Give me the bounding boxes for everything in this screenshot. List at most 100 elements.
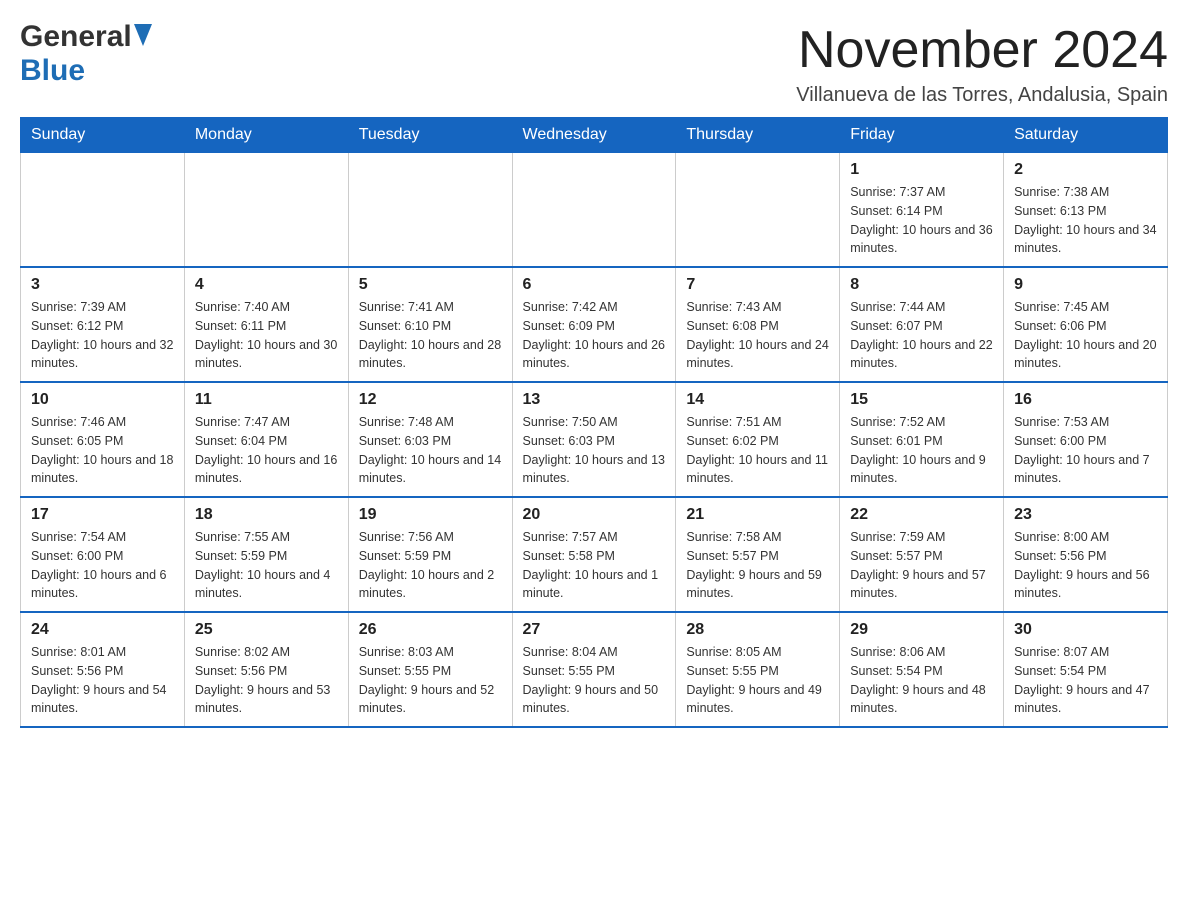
title-section: November 2024 Villanueva de las Torres, …: [796, 20, 1168, 107]
calendar-cell: 18Sunrise: 7:55 AM Sunset: 5:59 PM Dayli…: [184, 497, 348, 612]
calendar-cell: 6 Sunrise: 7:42 AM Sunset: 6:09 PM Daylig…: [512, 267, 676, 382]
calendar-cell: 19 Sunrise: 7:56 AM Sunset: 5:59 PM Dayli…: [348, 497, 512, 612]
day-number: 18: [195, 506, 338, 524]
calendar-cell: 25 Sunrise: 8:02 AM Sunset: 5:56 PM Dayli…: [184, 612, 348, 727]
day-number: 14: [686, 391, 829, 409]
calendar-cell: 4Sunrise: 7:40 AM Sunset: 6:11 PM Daylig…: [184, 267, 348, 382]
day-info: Sunrise: 7:57 AM Sunset: 5:58 PM Dayligh…: [523, 528, 666, 603]
day-info: Sunrise: 8:06 AM Sunset: 5:54 PM Dayligh…: [850, 643, 993, 718]
day-number: 24: [31, 621, 174, 639]
day-info: Sunrise: 7:54 AM Sunset: 6:00 PM Dayligh…: [31, 528, 174, 603]
calendar-week-row: 3Sunrise: 7:39 AM Sunset: 6:12 PM Daylig…: [21, 267, 1168, 382]
day-info: Sunrise: 7:45 AM Sunset: 6:06 PM Dayligh…: [1014, 298, 1157, 373]
day-info: Sunrise: 8:01 AM Sunset: 5:56 PM Dayligh…: [31, 643, 174, 718]
day-number: 30: [1014, 621, 1157, 639]
location-title: Villanueva de las Torres, Andalusia, Spa…: [796, 84, 1168, 107]
day-of-week-header: Wednesday: [512, 118, 676, 153]
day-info: Sunrise: 8:05 AM Sunset: 5:55 PM Dayligh…: [686, 643, 829, 718]
day-info: Sunrise: 7:59 AM Sunset: 5:57 PM Dayligh…: [850, 528, 993, 603]
day-info: Sunrise: 7:37 AM Sunset: 6:14 PM Dayligh…: [850, 183, 993, 258]
calendar-cell: 17 Sunrise: 7:54 AM Sunset: 6:00 PM Dayli…: [21, 497, 185, 612]
day-of-week-header: Monday: [184, 118, 348, 153]
day-number: 27: [523, 621, 666, 639]
calendar-week-row: 24 Sunrise: 8:01 AM Sunset: 5:56 PM Dayli…: [21, 612, 1168, 727]
day-number: 16: [1014, 391, 1157, 409]
logo-arrow-icon: [134, 24, 152, 51]
calendar-week-row: 10 Sunrise: 7:46 AM Sunset: 6:05 PM Dayli…: [21, 382, 1168, 497]
calendar-cell: 11 Sunrise: 7:47 AM Sunset: 6:04 PM Dayli…: [184, 382, 348, 497]
day-info: Sunrise: 7:53 AM Sunset: 6:00 PM Dayligh…: [1014, 413, 1157, 488]
day-number: 6: [523, 276, 666, 294]
day-number: 10: [31, 391, 174, 409]
calendar-cell: 16 Sunrise: 7:53 AM Sunset: 6:00 PM Dayli…: [1004, 382, 1168, 497]
day-of-week-header: Tuesday: [348, 118, 512, 153]
day-info: Sunrise: 7:46 AM Sunset: 6:05 PM Dayligh…: [31, 413, 174, 488]
day-of-week-header: Friday: [840, 118, 1004, 153]
page-header: General Blue November 2024 Villanueva de…: [20, 20, 1168, 107]
calendar-cell: [21, 153, 185, 268]
calendar-cell: 1 Sunrise: 7:37 AM Sunset: 6:14 PM Daylig…: [840, 153, 1004, 268]
day-info: Sunrise: 8:00 AM Sunset: 5:56 PM Dayligh…: [1014, 528, 1157, 603]
day-info: Sunrise: 7:52 AM Sunset: 6:01 PM Dayligh…: [850, 413, 993, 488]
calendar-cell: 26 Sunrise: 8:03 AM Sunset: 5:55 PM Dayli…: [348, 612, 512, 727]
calendar-cell: 8Sunrise: 7:44 AM Sunset: 6:07 PM Daylig…: [840, 267, 1004, 382]
calendar-cell: 27 Sunrise: 8:04 AM Sunset: 5:55 PM Dayli…: [512, 612, 676, 727]
day-info: Sunrise: 8:04 AM Sunset: 5:55 PM Dayligh…: [523, 643, 666, 718]
day-number: 22: [850, 506, 993, 524]
day-number: 5: [359, 276, 502, 294]
day-number: 4: [195, 276, 338, 294]
day-info: Sunrise: 7:58 AM Sunset: 5:57 PM Dayligh…: [686, 528, 829, 603]
calendar-week-row: 1 Sunrise: 7:37 AM Sunset: 6:14 PM Daylig…: [21, 153, 1168, 268]
calendar-cell: 10 Sunrise: 7:46 AM Sunset: 6:05 PM Dayli…: [21, 382, 185, 497]
calendar-cell: 7 Sunrise: 7:43 AM Sunset: 6:08 PM Daylig…: [676, 267, 840, 382]
day-info: Sunrise: 7:43 AM Sunset: 6:08 PM Dayligh…: [686, 298, 829, 373]
day-info: Sunrise: 7:42 AM Sunset: 6:09 PM Dayligh…: [523, 298, 666, 373]
calendar-cell: 21 Sunrise: 7:58 AM Sunset: 5:57 PM Dayli…: [676, 497, 840, 612]
day-info: Sunrise: 7:48 AM Sunset: 6:03 PM Dayligh…: [359, 413, 502, 488]
calendar-cell: 13 Sunrise: 7:50 AM Sunset: 6:03 PM Dayli…: [512, 382, 676, 497]
day-number: 20: [523, 506, 666, 524]
day-info: Sunrise: 7:47 AM Sunset: 6:04 PM Dayligh…: [195, 413, 338, 488]
logo-blue-text: Blue: [20, 54, 85, 88]
calendar-cell: 5 Sunrise: 7:41 AM Sunset: 6:10 PM Daylig…: [348, 267, 512, 382]
calendar-cell: 3Sunrise: 7:39 AM Sunset: 6:12 PM Daylig…: [21, 267, 185, 382]
day-number: 7: [686, 276, 829, 294]
calendar-cell: 30 Sunrise: 8:07 AM Sunset: 5:54 PM Dayli…: [1004, 612, 1168, 727]
day-info: Sunrise: 7:41 AM Sunset: 6:10 PM Dayligh…: [359, 298, 502, 373]
day-of-week-header: Thursday: [676, 118, 840, 153]
calendar-week-row: 17 Sunrise: 7:54 AM Sunset: 6:00 PM Dayli…: [21, 497, 1168, 612]
day-number: 25: [195, 621, 338, 639]
day-info: Sunrise: 7:50 AM Sunset: 6:03 PM Dayligh…: [523, 413, 666, 488]
calendar-cell: [184, 153, 348, 268]
calendar-cell: [512, 153, 676, 268]
day-number: 17: [31, 506, 174, 524]
calendar-cell: [348, 153, 512, 268]
calendar-cell: 14Sunrise: 7:51 AM Sunset: 6:02 PM Dayli…: [676, 382, 840, 497]
day-number: 28: [686, 621, 829, 639]
day-number: 2: [1014, 161, 1157, 179]
day-info: Sunrise: 8:03 AM Sunset: 5:55 PM Dayligh…: [359, 643, 502, 718]
day-of-week-header: Saturday: [1004, 118, 1168, 153]
calendar-cell: 28 Sunrise: 8:05 AM Sunset: 5:55 PM Dayli…: [676, 612, 840, 727]
calendar-table: SundayMondayTuesdayWednesdayThursdayFrid…: [20, 117, 1168, 728]
day-info: Sunrise: 8:02 AM Sunset: 5:56 PM Dayligh…: [195, 643, 338, 718]
day-info: Sunrise: 7:56 AM Sunset: 5:59 PM Dayligh…: [359, 528, 502, 603]
calendar-cell: 23 Sunrise: 8:00 AM Sunset: 5:56 PM Dayli…: [1004, 497, 1168, 612]
day-number: 19: [359, 506, 502, 524]
day-info: Sunrise: 7:39 AM Sunset: 6:12 PM Dayligh…: [31, 298, 174, 373]
calendar-header-row: SundayMondayTuesdayWednesdayThursdayFrid…: [21, 118, 1168, 153]
calendar-cell: 24 Sunrise: 8:01 AM Sunset: 5:56 PM Dayli…: [21, 612, 185, 727]
calendar-cell: 15Sunrise: 7:52 AM Sunset: 6:01 PM Dayli…: [840, 382, 1004, 497]
day-number: 21: [686, 506, 829, 524]
calendar-cell: 29Sunrise: 8:06 AM Sunset: 5:54 PM Dayli…: [840, 612, 1004, 727]
day-number: 23: [1014, 506, 1157, 524]
logo: General Blue: [20, 20, 152, 88]
calendar-cell: 9Sunrise: 7:45 AM Sunset: 6:06 PM Daylig…: [1004, 267, 1168, 382]
day-number: 26: [359, 621, 502, 639]
day-of-week-header: Sunday: [21, 118, 185, 153]
day-number: 1: [850, 161, 993, 179]
day-number: 13: [523, 391, 666, 409]
day-number: 11: [195, 391, 338, 409]
day-info: Sunrise: 8:07 AM Sunset: 5:54 PM Dayligh…: [1014, 643, 1157, 718]
calendar-cell: 2Sunrise: 7:38 AM Sunset: 6:13 PM Daylig…: [1004, 153, 1168, 268]
